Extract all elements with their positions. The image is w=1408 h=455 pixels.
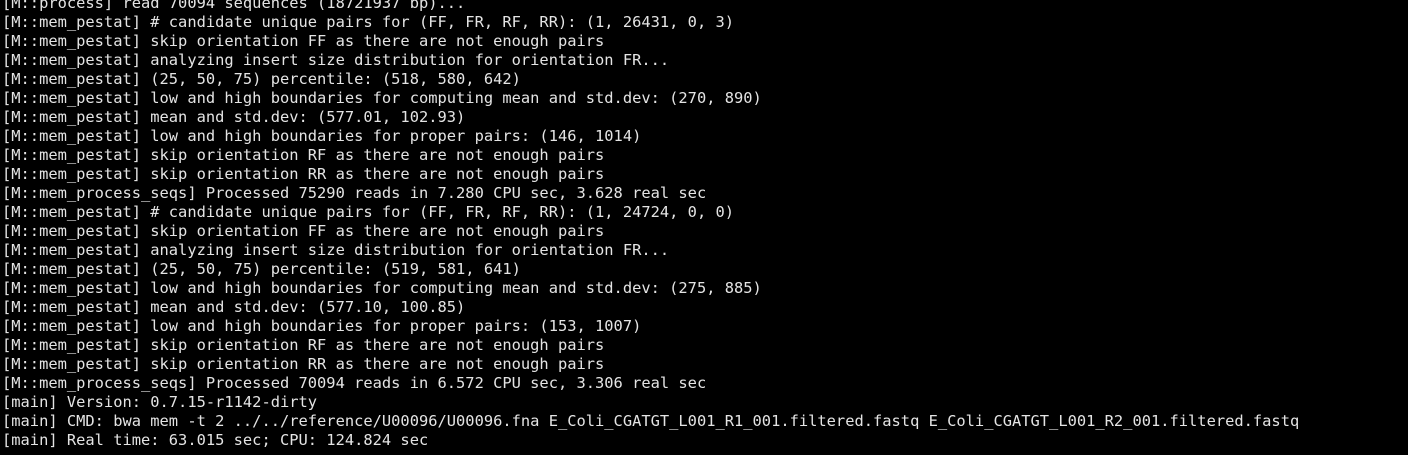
terminal-line: [M::mem_pestat] low and high boundaries … [2, 317, 642, 335]
terminal-line: [main] Version: 0.7.15-r1142-dirty [2, 393, 318, 411]
terminal-line: [M::mem_pestat] low and high boundaries … [2, 89, 762, 107]
terminal-output: [M::process] read 70094 sequences (18721… [2, 0, 1299, 450]
terminal-line: [M::mem_pestat] skip orientation FF as t… [2, 32, 605, 50]
terminal-line: [M::process] read 70094 sequences (18721… [2, 0, 466, 12]
terminal-line: [M::mem_pestat] # candidate unique pairs… [2, 13, 735, 31]
terminal-line: [M::mem_pestat] low and high boundaries … [2, 127, 642, 145]
terminal-line: [M::mem_pestat] low and high boundaries … [2, 279, 762, 297]
terminal-line: [M::mem_pestat] (25, 50, 75) percentile:… [2, 70, 521, 88]
terminal-line: [M::mem_pestat] analyzing insert size di… [2, 241, 670, 259]
terminal-line: [M::mem_pestat] skip orientation RR as t… [2, 165, 605, 183]
terminal-line: [M::mem_pestat] skip orientation RR as t… [2, 355, 605, 373]
terminal-line: [M::mem_pestat] # candidate unique pairs… [2, 203, 735, 221]
terminal-line: [main] Real time: 63.015 sec; CPU: 124.8… [2, 431, 429, 449]
terminal-line: [M::mem_pestat] mean and std.dev: (577.1… [2, 298, 466, 316]
terminal-line: [M::mem_pestat] skip orientation RF as t… [2, 146, 605, 164]
terminal-line: [M::mem_process_seqs] Processed 70094 re… [2, 374, 707, 392]
terminal-line: [M::mem_pestat] analyzing insert size di… [2, 51, 670, 69]
terminal-line: [M::mem_pestat] (25, 50, 75) percentile:… [2, 260, 521, 278]
terminal-window[interactable]: [M::process] read 70094 sequences (18721… [0, 0, 1408, 455]
terminal-line: [M::mem_pestat] skip orientation FF as t… [2, 222, 605, 240]
terminal-line: [main] CMD: bwa mem -t 2 ../../reference… [2, 412, 1300, 430]
terminal-line: [M::mem_pestat] mean and std.dev: (577.0… [2, 108, 466, 126]
terminal-line: [M::mem_process_seqs] Processed 75290 re… [2, 184, 707, 202]
terminal-line: [M::mem_pestat] skip orientation RF as t… [2, 336, 605, 354]
